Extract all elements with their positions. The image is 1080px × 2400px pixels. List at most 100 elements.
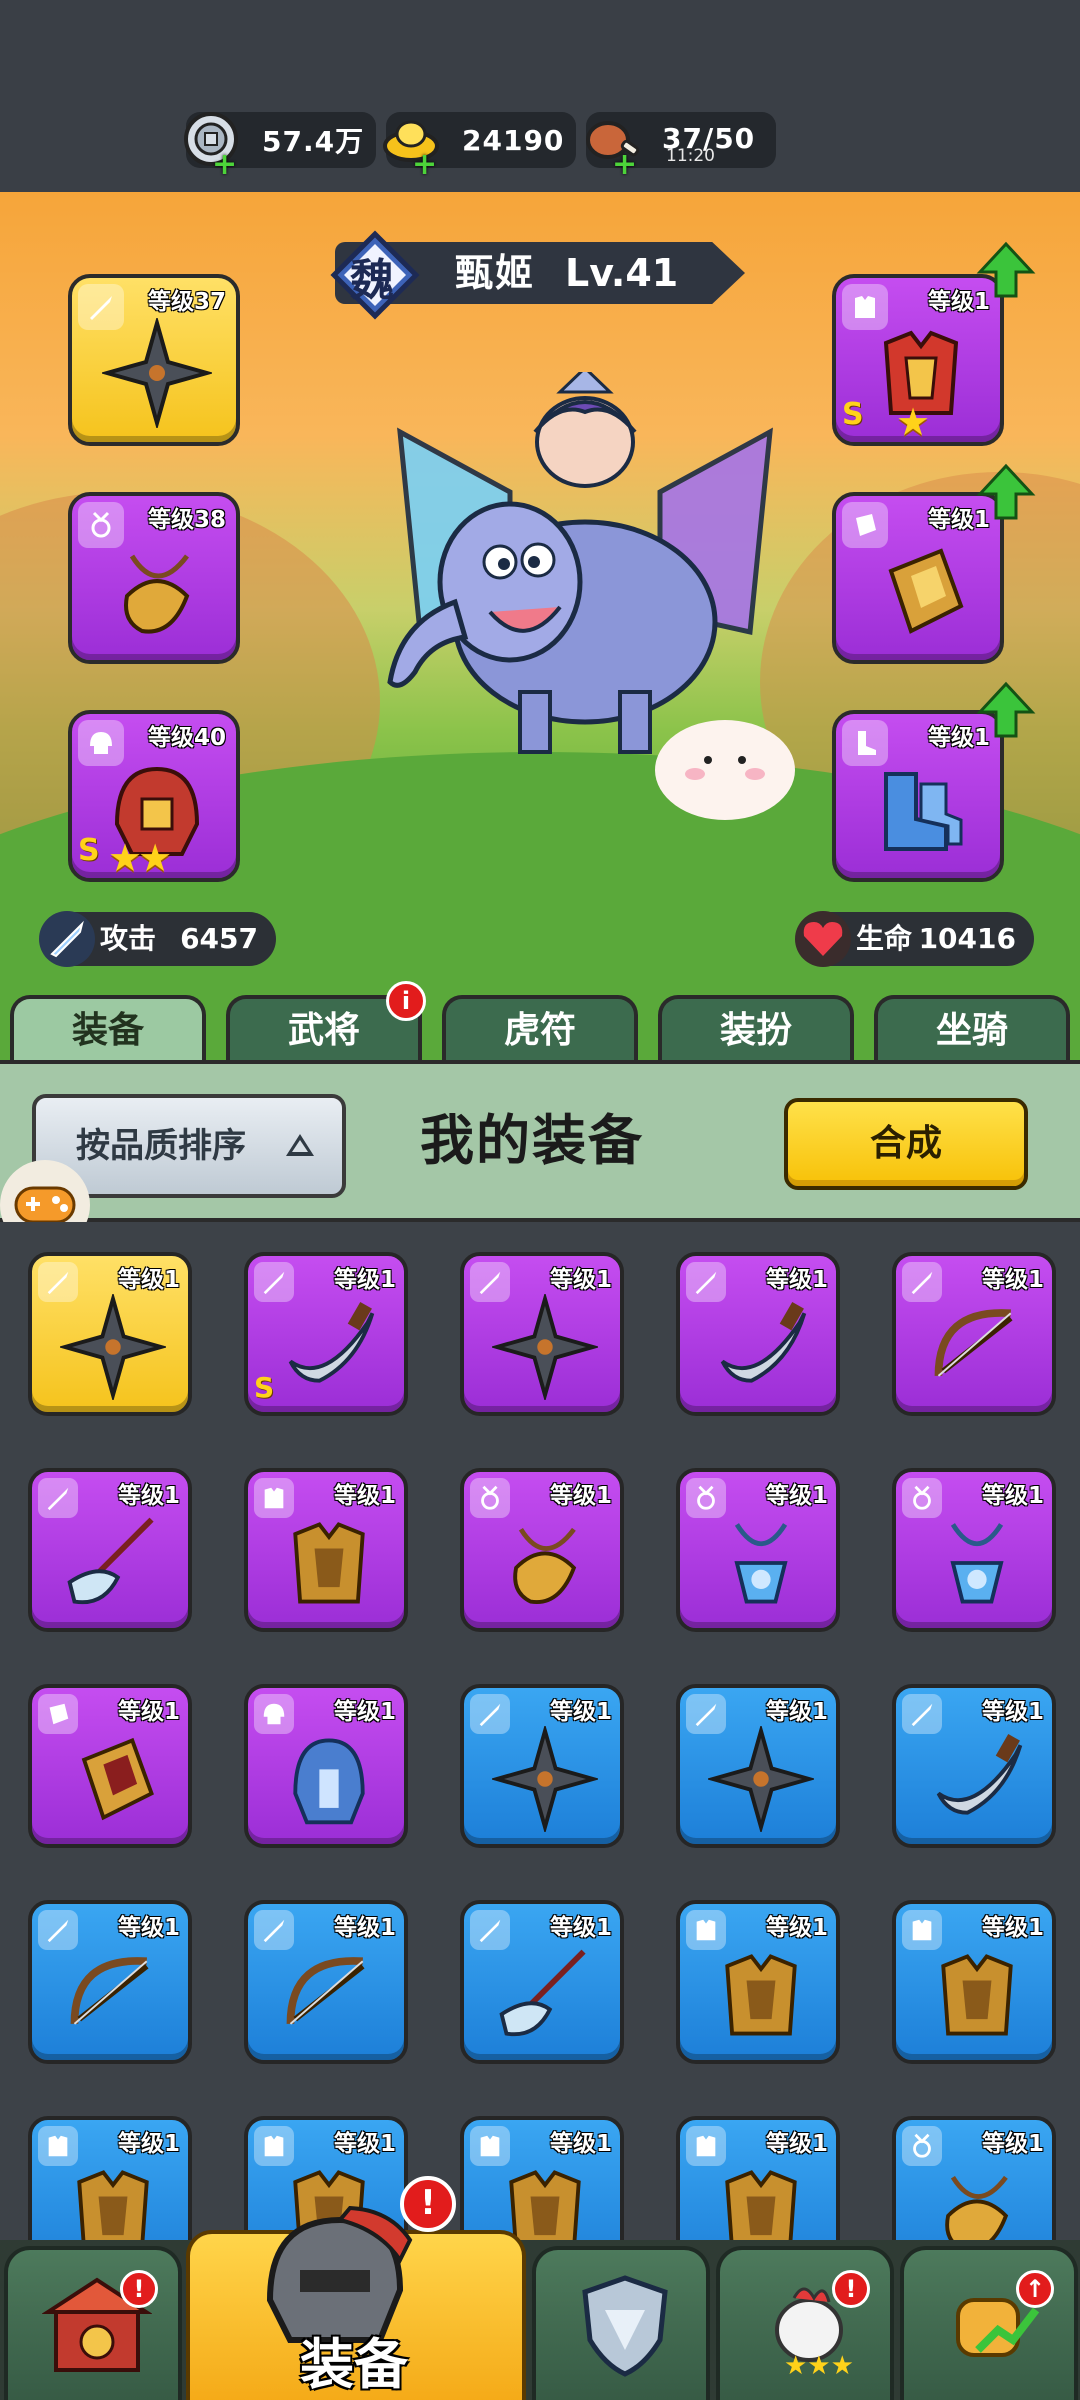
attack-value: 6457 xyxy=(180,922,258,955)
inventory-item[interactable]: 等级1 xyxy=(892,1900,1056,2064)
shuriken-icon xyxy=(492,1294,598,1400)
inventory-item[interactable]: 等级1 xyxy=(460,1252,624,1416)
resource-gold[interactable]: + 24190 xyxy=(383,112,576,180)
gold-value: 24190 xyxy=(462,123,565,157)
upgrade-badge: ↑ xyxy=(1016,2270,1054,2308)
inventory-item[interactable]: 等级1 xyxy=(28,1468,192,1632)
inventory-item[interactable]: 等级1 xyxy=(892,1684,1056,1848)
inventory-item[interactable]: 等级1 xyxy=(28,1900,192,2064)
scimitar-icon xyxy=(720,1301,807,1383)
inventory-item[interactable]: 等级1 xyxy=(676,1684,840,1848)
amulet-icon xyxy=(513,1527,577,1605)
item-level: 等级1 xyxy=(333,1915,396,1941)
amulet-icon xyxy=(945,2175,1009,2242)
add-stamina-icon[interactable]: + xyxy=(612,150,637,180)
nav-rooster[interactable]: ★★★ ! xyxy=(716,2246,894,2400)
item-level: 等级1 xyxy=(765,1267,828,1293)
tab-label: 武将 xyxy=(287,1010,360,1051)
item-level: 等级1 xyxy=(981,1915,1044,1941)
equip-slot-weapon[interactable]: 等级37 xyxy=(68,274,240,446)
inventory-item[interactable]: 等级1 xyxy=(460,1468,624,1632)
tab-tiger-tally[interactable]: 虎符 xyxy=(442,995,638,1063)
inventory-item[interactable]: 等级1 xyxy=(244,1684,408,1848)
inventory-item[interactable]: 等级1 xyxy=(892,1252,1056,1416)
equip-slot-accessory[interactable]: 等级38 xyxy=(68,492,240,664)
armor-icon xyxy=(725,2170,797,2242)
inventory-item[interactable]: 等级1 xyxy=(460,1684,624,1848)
inventory-item[interactable]: 等级1 xyxy=(892,1468,1056,1632)
inventory-item[interactable]: 等级1 xyxy=(244,1900,408,2064)
star-rating: ★ xyxy=(896,400,930,444)
resource-stamina[interactable]: + 37/50 11:20 xyxy=(586,112,776,180)
shuriken-icon xyxy=(102,318,212,428)
grade-badge: S xyxy=(842,397,864,432)
inventory-item[interactable]: 等级1 xyxy=(892,2116,1056,2242)
tab-label: 虎符 xyxy=(503,1010,576,1051)
nav-gate[interactable]: ! xyxy=(4,2246,182,2400)
item-level: 等级1 xyxy=(765,1699,828,1725)
merge-button[interactable]: 合成 xyxy=(784,1098,1028,1190)
item-level: 等级1 xyxy=(549,1915,612,1941)
tab-outfit[interactable]: 装扮 xyxy=(658,995,854,1063)
item-level: 等级1 xyxy=(549,2131,612,2157)
crossbow-icon xyxy=(70,1957,149,2025)
item-level: 等级1 xyxy=(117,1915,180,1941)
inventory-item[interactable]: 等级1 xyxy=(676,1900,840,2064)
item-level: 等级1 xyxy=(981,1267,1044,1293)
shuriken-icon xyxy=(708,1726,814,1832)
tab-label: 装扮 xyxy=(719,1010,792,1051)
inventory-item[interactable]: 等级1 xyxy=(676,1468,840,1632)
attack-label: 攻击 xyxy=(100,922,157,955)
item-level: 等级1 xyxy=(549,1267,612,1293)
pendant-icon xyxy=(950,1523,1004,1604)
item-level: 等级1 xyxy=(765,1915,828,1941)
item-level: 等级1 xyxy=(333,1699,396,1725)
armor-icon xyxy=(509,2170,581,2242)
tab-label: 装备 xyxy=(71,1010,144,1051)
upgrade-arrow-icon xyxy=(976,681,1036,738)
inventory-item[interactable]: 等级1 xyxy=(460,1900,624,2064)
resource-silver[interactable]: + 57.4万 xyxy=(184,112,376,180)
info-badge: i xyxy=(386,981,426,1021)
item-level: 等级1 xyxy=(117,1699,180,1725)
pet-blob[interactable] xyxy=(650,702,800,822)
tab-mount[interactable]: 坐骑 xyxy=(874,995,1070,1063)
inventory-item[interactable]: 等级1 xyxy=(244,1468,408,1632)
item-level: 等级1 xyxy=(765,1483,828,1509)
inventory-item[interactable]: 等级1 xyxy=(676,2116,840,2242)
item-level: 等级1 xyxy=(117,1483,180,1509)
inventory-grid: 等级1 等级1 S 等级1 等级1 等级1 等级1 等级1 等级1 等级1 等级1 等级1 等级1 等级1… xyxy=(0,1222,1080,2242)
attack-stat: 攻击 6457 xyxy=(39,911,276,967)
tab-generals[interactable]: 武将 i xyxy=(226,981,426,1063)
scimitar-icon xyxy=(288,1301,375,1383)
scimitar-icon xyxy=(936,1733,1023,1815)
hp-stat: 生命 10416 xyxy=(795,911,1034,967)
item-level: 等级1 xyxy=(333,1267,396,1293)
nav-shield[interactable] xyxy=(532,2246,710,2400)
shuriken-icon xyxy=(60,1294,166,1400)
glaive-icon xyxy=(499,1949,586,2037)
amulet-icon xyxy=(124,554,190,634)
crossbow-icon xyxy=(934,1309,1013,1377)
item-level: 等级1 xyxy=(549,1699,612,1725)
nav-upgrade[interactable]: ↑ xyxy=(900,2246,1078,2400)
inventory-item[interactable]: 等级1 xyxy=(28,1684,192,1848)
equip-slot-helmet[interactable]: 等级40 S ★★ xyxy=(68,710,240,882)
inventory-item[interactable]: 等级1 xyxy=(28,2116,192,2242)
add-silver-icon[interactable]: + xyxy=(212,150,237,180)
hero-kingdom: 魏 xyxy=(350,255,394,306)
inventory-item[interactable]: 等级1 xyxy=(28,1252,192,1416)
nav-equipment-label: 装备 xyxy=(300,2333,408,2396)
alert-badge: ! xyxy=(400,2176,456,2232)
slot-level: 等级40 xyxy=(147,725,226,751)
tab-equipment[interactable]: 装备 xyxy=(10,995,206,1063)
inventory-item[interactable]: 等级1 xyxy=(460,2116,624,2242)
boots-icon xyxy=(884,772,963,851)
add-gold-icon[interactable]: + xyxy=(412,150,437,180)
upgrade-arrow-icon xyxy=(976,463,1036,520)
inventory-item[interactable]: 等级1 S xyxy=(244,1252,408,1416)
item-level: 等级1 xyxy=(981,1699,1044,1725)
heart-icon xyxy=(795,911,851,967)
inventory-item[interactable]: 等级1 xyxy=(676,1252,840,1416)
item-level: 等级1 xyxy=(981,1483,1044,1509)
